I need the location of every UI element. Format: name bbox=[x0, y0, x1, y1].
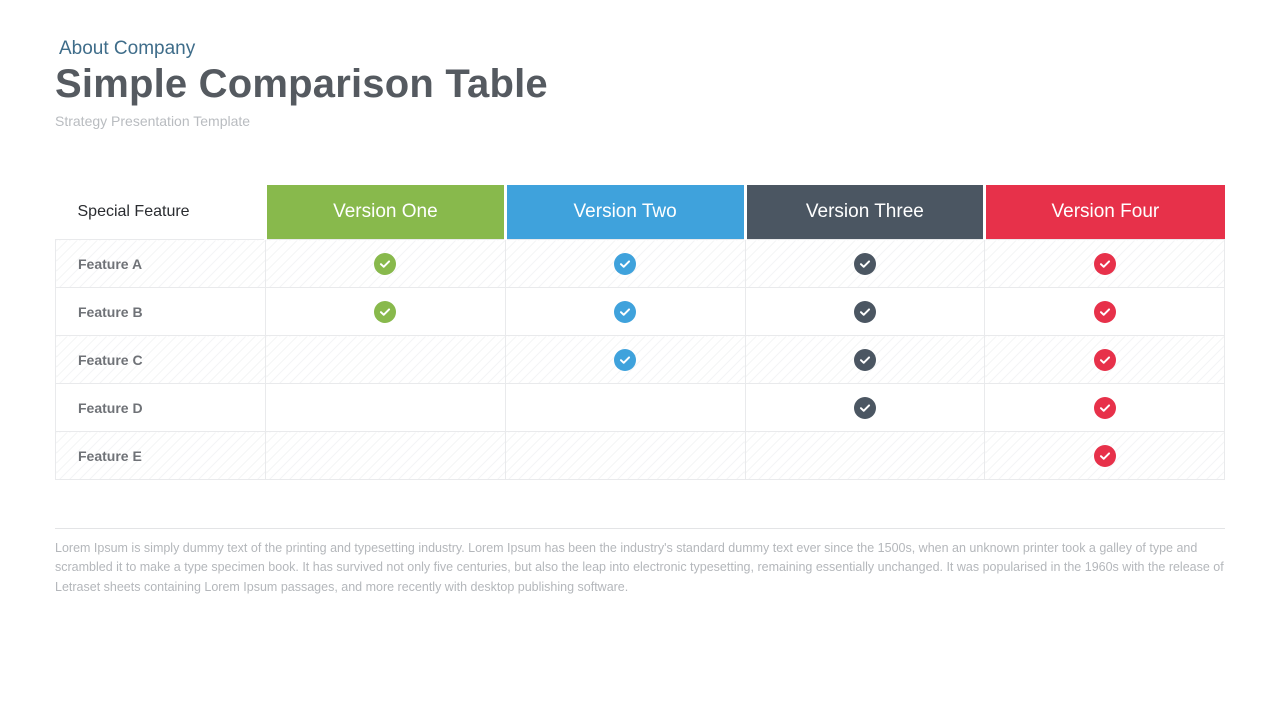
feature-cell bbox=[985, 288, 1225, 336]
table-row: Feature B bbox=[56, 288, 1225, 336]
check-icon bbox=[854, 397, 876, 419]
feature-cell bbox=[985, 432, 1225, 480]
comparison-table-body: Feature AFeature BFeature CFeature DFeat… bbox=[56, 240, 1225, 480]
feature-label: Feature E bbox=[56, 432, 266, 480]
slide-title: Simple Comparison Table bbox=[55, 62, 1225, 107]
feature-cell bbox=[505, 384, 745, 432]
feature-cell bbox=[266, 384, 506, 432]
check-icon bbox=[854, 349, 876, 371]
check-icon bbox=[1094, 397, 1116, 419]
feature-column-header: Special Feature bbox=[56, 185, 266, 240]
feature-cell bbox=[745, 288, 985, 336]
table-header-row: Special Feature Version One Version Two … bbox=[56, 185, 1225, 240]
version-header-1: Version One bbox=[266, 185, 506, 240]
footer-separator bbox=[55, 528, 1225, 529]
check-icon bbox=[374, 301, 396, 323]
check-icon bbox=[854, 301, 876, 323]
feature-label: Feature C bbox=[56, 336, 266, 384]
feature-cell bbox=[985, 384, 1225, 432]
version-header-4: Version Four bbox=[985, 185, 1225, 240]
version-header-2: Version Two bbox=[505, 185, 745, 240]
feature-cell bbox=[505, 288, 745, 336]
check-icon bbox=[374, 253, 396, 275]
version-header-3: Version Three bbox=[745, 185, 985, 240]
table-row: Feature D bbox=[56, 384, 1225, 432]
check-icon bbox=[614, 301, 636, 323]
check-icon bbox=[854, 253, 876, 275]
feature-cell bbox=[505, 336, 745, 384]
feature-cell bbox=[266, 288, 506, 336]
comparison-table: Special Feature Version One Version Two … bbox=[55, 185, 1225, 480]
feature-cell bbox=[505, 432, 745, 480]
slide-subtitle: Strategy Presentation Template bbox=[55, 113, 1225, 129]
feature-cell bbox=[745, 240, 985, 288]
eyebrow-text: About Company bbox=[59, 38, 1225, 60]
feature-cell bbox=[745, 384, 985, 432]
comparison-table-container: Special Feature Version One Version Two … bbox=[55, 185, 1225, 480]
feature-cell bbox=[985, 240, 1225, 288]
footnote-text: Lorem Ipsum is simply dummy text of the … bbox=[55, 539, 1225, 597]
check-icon bbox=[1094, 445, 1116, 467]
table-row: Feature C bbox=[56, 336, 1225, 384]
feature-label: Feature D bbox=[56, 384, 266, 432]
check-icon bbox=[614, 253, 636, 275]
check-icon bbox=[614, 349, 636, 371]
feature-cell bbox=[985, 336, 1225, 384]
table-row: Feature A bbox=[56, 240, 1225, 288]
table-row: Feature E bbox=[56, 432, 1225, 480]
feature-cell bbox=[745, 336, 985, 384]
slide: About Company Simple Comparison Table St… bbox=[0, 0, 1280, 720]
feature-cell bbox=[266, 432, 506, 480]
feature-cell bbox=[505, 240, 745, 288]
check-icon bbox=[1094, 349, 1116, 371]
feature-cell bbox=[266, 240, 506, 288]
feature-label: Feature A bbox=[56, 240, 266, 288]
feature-label: Feature B bbox=[56, 288, 266, 336]
feature-cell bbox=[266, 336, 506, 384]
check-icon bbox=[1094, 253, 1116, 275]
feature-cell bbox=[745, 432, 985, 480]
check-icon bbox=[1094, 301, 1116, 323]
